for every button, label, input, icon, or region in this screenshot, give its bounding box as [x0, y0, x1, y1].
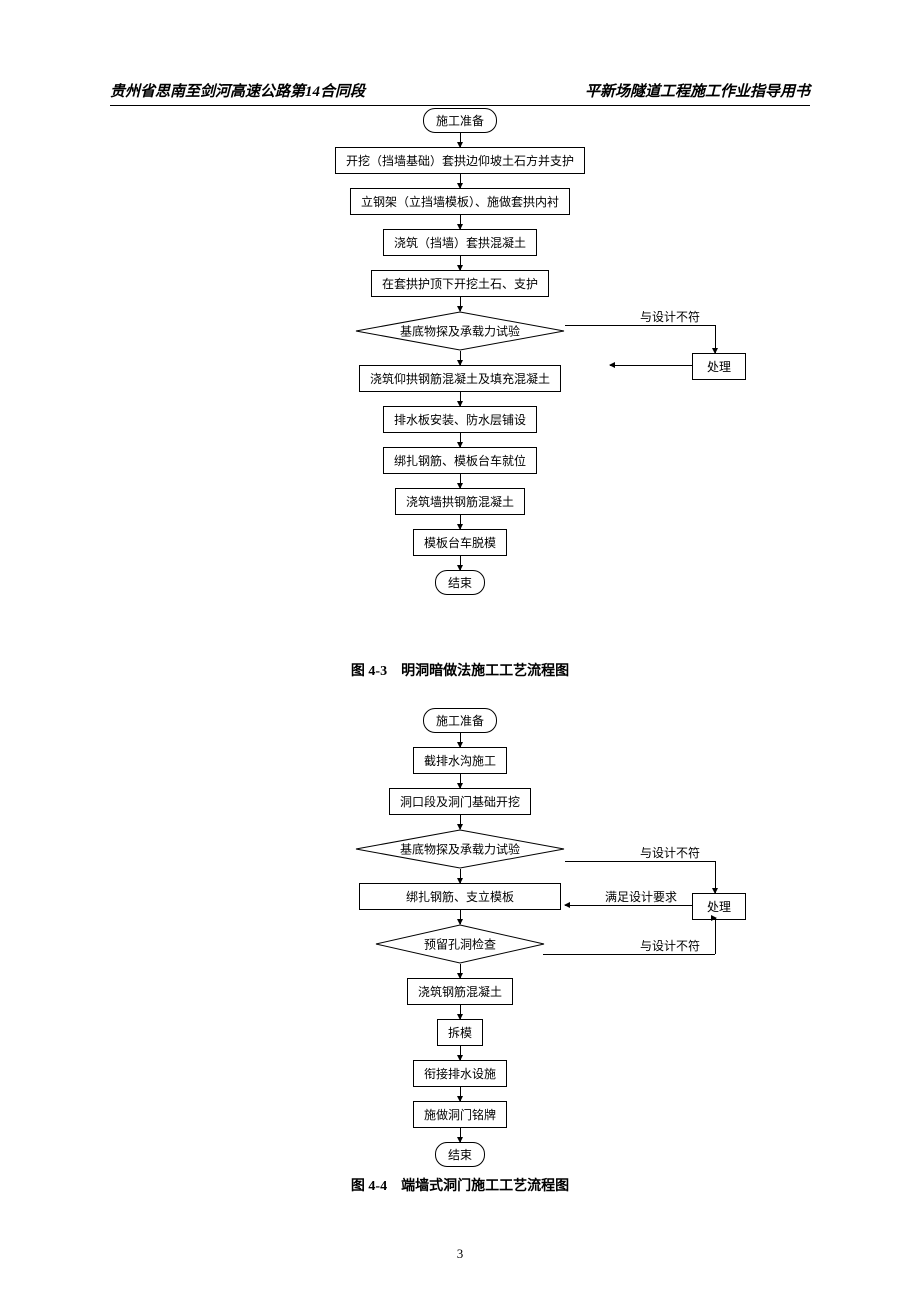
connector-line — [543, 954, 715, 955]
flow2-start-terminator: 施工准备 — [423, 708, 497, 733]
document-page: 贵州省思南至剑河高速公路第14合同段 平新场隧道工程施工作业指导用书 施工准备 … — [0, 0, 920, 1302]
flow1-step-6: 排水板安装、防水层铺设 — [383, 406, 537, 433]
flow1-step-7: 绑扎钢筋、模板台车就位 — [383, 447, 537, 474]
flow2-step-5: 衔接排水设施 — [413, 1060, 507, 1087]
arrow-icon — [459, 215, 460, 229]
flowchart-2-caption: 图 4-4 端墙式洞门施工工艺流程图 — [351, 1175, 569, 1195]
flow2-step-3: 浇筑钢筋混凝土 — [407, 978, 513, 1005]
flow1-decision: 基底物探及承载力试验 — [355, 311, 565, 351]
arrow-icon — [459, 433, 460, 447]
flow1-step-5: 浇筑仰拱钢筋混凝土及填充混凝土 — [359, 365, 561, 392]
arrow-icon — [460, 1128, 461, 1142]
flow1-branch: 与设计不符 处理 — [565, 310, 765, 390]
flow1-step-8: 浇筑墙拱钢筋混凝土 — [395, 488, 525, 515]
flow2-step-mid: 绑扎钢筋、支立模板 — [359, 883, 561, 910]
page-number: 3 — [457, 1246, 464, 1262]
return-label: 满足设计要求 — [605, 888, 677, 905]
flow2-step-6: 施做洞门铭牌 — [413, 1101, 507, 1128]
flow2-step-2: 洞口段及洞门基础开挖 — [389, 788, 531, 815]
connector-line — [565, 861, 715, 862]
connector-line — [715, 918, 716, 954]
arrow-icon — [460, 910, 461, 924]
decision-label: 基底物探及承载力试验 — [400, 323, 520, 340]
connector-line — [610, 365, 692, 366]
connector-line — [715, 918, 716, 919]
arrow-icon — [460, 733, 461, 747]
arrow-icon — [460, 964, 461, 978]
flow2-step-1: 截排水沟施工 — [413, 747, 507, 774]
arrow-icon — [459, 351, 460, 365]
page-header: 贵州省思南至剑河高速公路第14合同段 平新场隧道工程施工作业指导用书 — [0, 80, 920, 101]
flowchart-1: 施工准备 开挖（挡墙基础）套拱边仰坡土石方并支护 立钢架（立挡墙模板）、施做套拱… — [335, 108, 585, 595]
connector-line — [565, 325, 715, 326]
arrow-icon — [459, 392, 460, 406]
flow2-branch: 与设计不符 处理 满足设计要求 与设计不符 — [565, 846, 765, 976]
arrow-icon — [460, 869, 461, 883]
flow1-step-4: 在套拱护顶下开挖土石、支护 — [371, 270, 549, 297]
flow1-step-9: 模板台车脱模 — [413, 529, 507, 556]
arrow-icon — [459, 474, 460, 488]
decision-label: 基底物探及承载力试验 — [400, 841, 520, 858]
branch-label: 与设计不符 — [640, 308, 700, 325]
flow2-step-4: 拆模 — [437, 1019, 483, 1046]
connector-line — [565, 905, 692, 906]
arrow-icon — [460, 1005, 461, 1019]
header-right: 平新场隧道工程施工作业指导用书 — [585, 80, 810, 101]
arrow-icon — [459, 556, 460, 570]
branch-label-2: 与设计不符 — [640, 937, 700, 954]
branch-label-1: 与设计不符 — [640, 844, 700, 861]
arrow-icon — [459, 515, 460, 529]
flowchart-2: 施工准备 截排水沟施工 洞口段及洞门基础开挖 基底物探及承载力试验 绑扎钢筋、支… — [355, 708, 565, 1167]
flow1-step-3: 浇筑（挡墙）套拱混凝土 — [383, 229, 537, 256]
flow2-decision-2: 预留孔洞检查 — [375, 924, 545, 964]
arrow-icon — [460, 1087, 461, 1101]
arrow-icon — [460, 1046, 461, 1060]
arrow-icon — [459, 174, 460, 188]
flowchart-1-caption: 图 4-3 明洞暗做法施工工艺流程图 — [351, 660, 569, 680]
arrow-icon — [459, 297, 460, 311]
flow1-start-terminator: 施工准备 — [423, 108, 497, 133]
arrow-icon — [460, 774, 461, 788]
flow2-end-terminator: 结束 — [435, 1142, 485, 1167]
flow1-step-2: 立钢架（立挡墙模板）、施做套拱内衬 — [350, 188, 570, 215]
header-left: 贵州省思南至剑河高速公路第14合同段 — [110, 80, 365, 101]
decision-label: 预留孔洞检查 — [424, 936, 496, 953]
flow2-decision-1: 基底物探及承载力试验 — [355, 829, 565, 869]
flow2-branch-process: 处理 — [692, 893, 746, 920]
flow1-end-terminator: 结束 — [435, 570, 485, 595]
arrow-icon — [459, 133, 460, 147]
arrow-icon — [459, 256, 460, 270]
arrow-icon — [460, 815, 461, 829]
connector-line — [715, 861, 716, 893]
flow1-step-1: 开挖（挡墙基础）套拱边仰坡土石方并支护 — [335, 147, 585, 174]
connector-line — [715, 325, 716, 353]
flow1-branch-process: 处理 — [692, 353, 746, 380]
